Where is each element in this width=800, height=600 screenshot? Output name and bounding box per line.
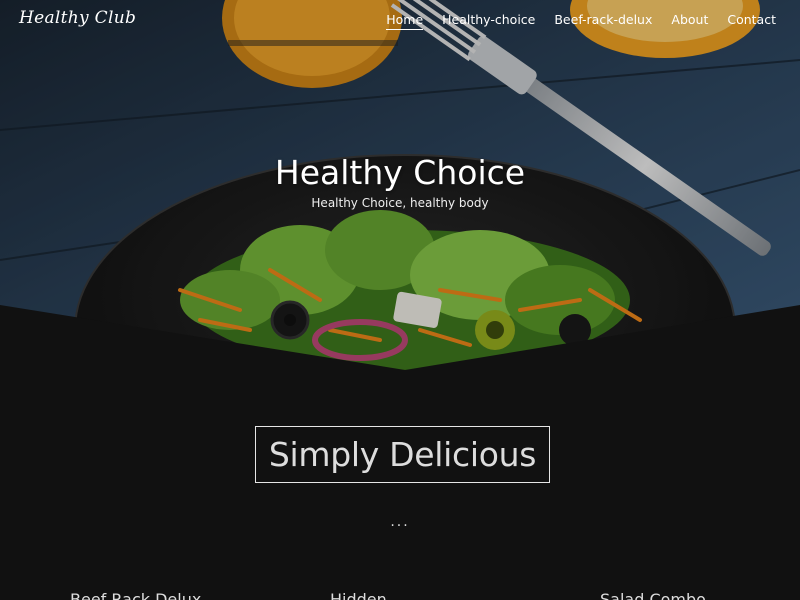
card-label[interactable]: Hidden... xyxy=(330,590,402,600)
section-dots: ... xyxy=(390,514,410,530)
card-label[interactable]: Salad Combo xyxy=(600,590,706,600)
nav-links: Home Healthy-choice Beef-rack-delux Abou… xyxy=(386,12,776,30)
nav-item-about[interactable]: About xyxy=(671,12,708,30)
hero-title: Healthy Choice xyxy=(274,153,526,192)
nav-item-home[interactable]: Home xyxy=(386,12,424,30)
card-label[interactable]: Beef Rack Delux xyxy=(70,590,201,600)
hero-subtitle: Healthy Choice, healthy body xyxy=(311,196,489,210)
section-title-box: Simply Delicious xyxy=(255,426,550,483)
section-title: Simply Delicious xyxy=(268,435,537,474)
nav-item-beef-rack-delux[interactable]: Beef-rack-delux xyxy=(554,12,652,30)
nav-item-healthy-choice[interactable]: Healthy-choice xyxy=(442,12,535,30)
cards-row: Beef Rack Delux Hidden... Salad Combo xyxy=(0,590,800,600)
top-navigation: Healthy Club Home Healthy-choice Beef-ra… xyxy=(0,0,800,40)
nav-item-contact[interactable]: Contact xyxy=(727,12,776,30)
brand-logo[interactable]: Healthy Club xyxy=(19,8,136,28)
